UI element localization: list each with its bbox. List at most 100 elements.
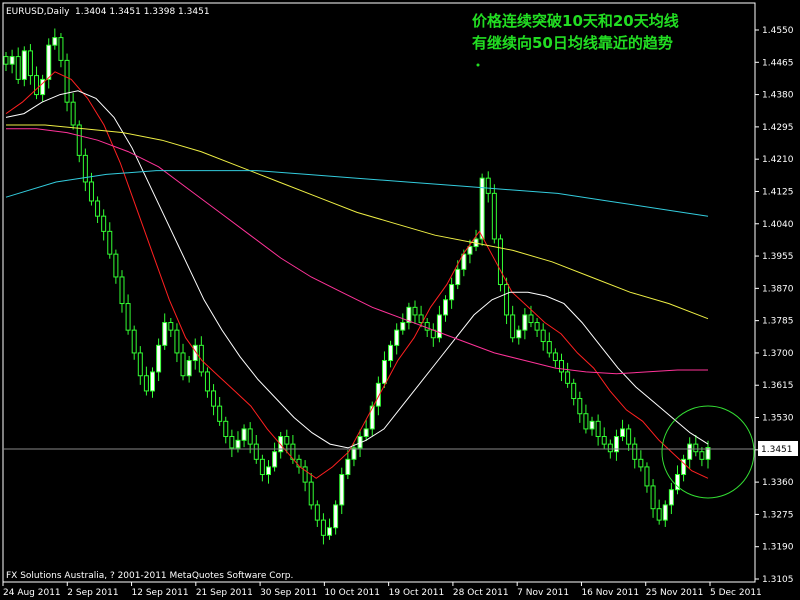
candle-body [424, 322, 430, 331]
candle-body [259, 458, 265, 476]
candle-body [644, 466, 650, 487]
x-tick-label: 25 Nov 2011 [646, 588, 704, 598]
candle-body [583, 413, 589, 430]
candle-body [412, 306, 418, 316]
candle-body [656, 508, 662, 521]
chart-symbol-label: EURUSD,Daily [6, 7, 70, 17]
y-tick-label: 1.4380 [762, 91, 794, 101]
candle-body [241, 428, 247, 441]
candle-body [3, 56, 9, 65]
candle-body [198, 344, 204, 373]
x-tick-label: 24 Aug 2011 [3, 588, 61, 598]
candle-body [52, 37, 58, 46]
candle-body [113, 253, 119, 278]
candle-body [650, 485, 656, 510]
x-tick-label: 19 Oct 2011 [389, 588, 445, 598]
annotation-line-1: 价格连续突破10天和20天均线 [472, 12, 679, 30]
x-tick-label: 21 Sep 2011 [196, 588, 253, 598]
candle-body [253, 443, 259, 460]
candle-body [369, 405, 375, 430]
candle-body [540, 329, 546, 343]
candle-body [534, 322, 540, 331]
candle-body [699, 451, 705, 460]
x-tick-label: 30 Sep 2011 [260, 588, 317, 598]
candle-body [497, 238, 503, 286]
candle-body [88, 181, 94, 202]
candle-body [15, 56, 21, 80]
candle-body [107, 230, 113, 255]
candle-body [528, 314, 534, 324]
x-tick-label: 12 Sep 2011 [132, 588, 189, 598]
candle-body [620, 428, 626, 438]
x-tick-label: 5 Dec 2011 [710, 588, 762, 598]
candle-body [638, 458, 644, 468]
y-tick-label: 1.3190 [762, 543, 794, 553]
x-tick-label: 28 Oct 2011 [453, 588, 509, 598]
y-tick-label: 1.4210 [762, 155, 794, 165]
candle-body [388, 344, 394, 362]
x-tick-label: 2 Sep 2011 [67, 588, 118, 598]
candle-body [546, 341, 552, 354]
candle-body [235, 439, 241, 449]
candle-body [552, 352, 558, 362]
candle-body [143, 375, 149, 392]
candle-body [247, 428, 253, 445]
x-tick-label: 16 Nov 2011 [581, 588, 639, 598]
candle-body [156, 344, 162, 373]
annotation-line-2: 有继续向50日均线靠近的趋势 [472, 34, 673, 52]
candle-body [491, 192, 497, 240]
candle-body [95, 200, 101, 217]
y-tick-label: 1.3615 [762, 381, 794, 391]
y-tick-label: 1.3105 [762, 575, 794, 585]
candle-body [589, 420, 595, 430]
candle-body [162, 322, 168, 346]
candle-body [9, 56, 15, 65]
candle-body [571, 382, 577, 400]
candle-body [443, 299, 449, 316]
candle-body [345, 458, 351, 476]
candle-body [137, 352, 143, 377]
candle-body [70, 101, 76, 126]
candle-body [455, 268, 461, 286]
candle-body [363, 428, 369, 438]
x-tick-label: 10 Oct 2011 [324, 588, 380, 598]
candle-body [64, 59, 70, 103]
candle-body [632, 443, 638, 460]
candle-body [229, 436, 235, 449]
y-tick-label: 1.3275 [762, 510, 794, 520]
y-tick-label: 1.3360 [762, 478, 794, 488]
y-tick-label: 1.3785 [762, 317, 794, 327]
candle-body [174, 329, 180, 354]
candle-body [693, 443, 699, 453]
chart-ohlc-label: 1.3404 1.3451 1.3398 1.3451 [75, 7, 210, 17]
x-tick-label: 7 Nov 2011 [517, 588, 569, 598]
candle-body [333, 504, 339, 529]
y-tick-label: 1.4465 [762, 58, 794, 68]
candle-body [626, 428, 632, 445]
candle-body [150, 371, 156, 392]
candle-body [217, 405, 223, 422]
candle-body [668, 489, 674, 506]
candle-body [180, 352, 186, 377]
candle-body [504, 284, 510, 316]
candle-body [449, 284, 455, 301]
candle-body [607, 443, 613, 453]
candle-body [27, 50, 33, 77]
candle-body [436, 314, 442, 339]
candle-body [314, 504, 320, 521]
candle-body [265, 466, 271, 476]
candle-body [381, 360, 387, 384]
candle-body [272, 451, 278, 468]
candle-body [327, 527, 333, 536]
candle-body [320, 519, 326, 536]
candle-body [662, 504, 668, 521]
y-tick-label: 1.3870 [762, 284, 794, 294]
candle-body [58, 37, 64, 61]
candle-body [558, 360, 564, 373]
candle-body [34, 75, 40, 96]
y-tick-label: 1.4295 [762, 123, 794, 133]
y-tick-label: 1.3955 [762, 252, 794, 262]
candle-body [400, 322, 406, 331]
candle-body [125, 303, 131, 331]
candle-body [21, 50, 27, 80]
